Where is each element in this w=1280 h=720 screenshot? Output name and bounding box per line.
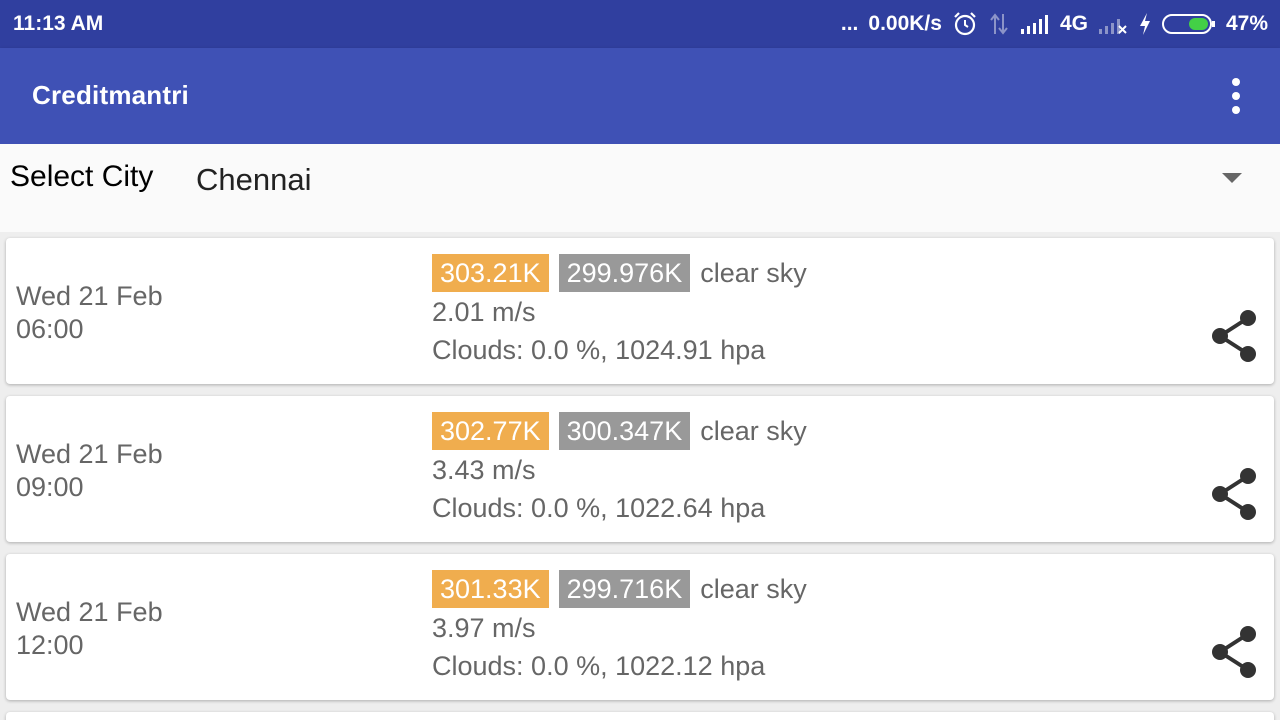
signal-icon bbox=[1020, 13, 1050, 35]
forecast-datetime: Wed 21 Feb 06:00 bbox=[16, 280, 163, 346]
forecast-card-partial bbox=[6, 712, 1274, 720]
wind-speed: 2.01 m/s bbox=[432, 297, 536, 327]
overflow-dot bbox=[1232, 78, 1240, 86]
status-bar: 11:13 AM ... 0.00K/s 4G 47% bbox=[0, 0, 1280, 48]
forecast-date: Wed 21 Feb bbox=[16, 439, 163, 469]
city-dropdown[interactable]: Chennai bbox=[196, 162, 1250, 198]
network-speed: 0.00K/s bbox=[868, 12, 942, 35]
temp-min-badge: 299.716K bbox=[558, 570, 691, 608]
temperature-row: 302.77K 300.347K clear sky bbox=[432, 412, 807, 450]
status-time: 11:13 AM bbox=[13, 12, 104, 35]
data-arrows-icon bbox=[988, 12, 1010, 36]
weather-description: clear sky bbox=[700, 257, 807, 288]
forecast-details: 302.77K 300.347K clear sky 3.43 m/s Clou… bbox=[432, 412, 807, 525]
temp-max-badge: 301.33K bbox=[432, 570, 549, 608]
temp-min-badge: 300.347K bbox=[558, 412, 691, 450]
clouds-pressure: Clouds: 0.0 %, 1022.12 hpa bbox=[432, 651, 766, 681]
wind-speed: 3.43 m/s bbox=[432, 455, 536, 485]
dropdown-arrow-icon bbox=[1222, 173, 1242, 183]
temp-max-badge: 302.77K bbox=[432, 412, 549, 450]
temp-max-badge: 303.21K bbox=[432, 254, 549, 292]
wind-speed: 3.97 m/s bbox=[432, 613, 536, 643]
forecast-details: 303.21K 299.976K clear sky 2.01 m/s Clou… bbox=[432, 254, 807, 367]
alarm-icon bbox=[952, 11, 978, 37]
share-icon[interactable] bbox=[1208, 466, 1260, 522]
forecast-time: 06:00 bbox=[16, 314, 84, 344]
more-notifications-icon: ... bbox=[840, 12, 859, 35]
clouds-pressure: Clouds: 0.0 %, 1024.91 hpa bbox=[432, 335, 766, 365]
forecast-date: Wed 21 Feb bbox=[16, 597, 163, 627]
charging-icon bbox=[1138, 12, 1152, 36]
forecast-datetime: Wed 21 Feb 12:00 bbox=[16, 596, 163, 662]
status-icons: ... 0.00K/s 4G 47% bbox=[841, 10, 1268, 38]
overflow-dot bbox=[1232, 92, 1240, 100]
battery-icon bbox=[1161, 12, 1216, 36]
temperature-row: 301.33K 299.716K clear sky bbox=[432, 570, 807, 608]
temperature-row: 303.21K 299.976K clear sky bbox=[432, 254, 807, 292]
city-selected-value: Chennai bbox=[196, 162, 312, 197]
app-bar: Creditmantri bbox=[0, 48, 1280, 144]
clouds-pressure: Clouds: 0.0 %, 1022.64 hpa bbox=[432, 493, 766, 523]
more-vert-icon[interactable] bbox=[1220, 78, 1252, 114]
weather-description: clear sky bbox=[700, 573, 807, 604]
share-icon[interactable] bbox=[1208, 624, 1260, 680]
signal-off-icon bbox=[1098, 13, 1128, 35]
city-label: Select City bbox=[10, 160, 154, 193]
forecast-datetime: Wed 21 Feb 09:00 bbox=[16, 438, 163, 504]
forecast-time: 09:00 bbox=[16, 472, 84, 502]
forecast-details: 301.33K 299.716K clear sky 3.97 m/s Clou… bbox=[432, 570, 807, 683]
forecast-date: Wed 21 Feb bbox=[16, 281, 163, 311]
overflow-dot bbox=[1232, 106, 1240, 114]
share-icon[interactable] bbox=[1208, 308, 1260, 364]
weather-description: clear sky bbox=[700, 415, 807, 446]
app-title: Creditmantri bbox=[32, 80, 189, 110]
temp-min-badge: 299.976K bbox=[558, 254, 691, 292]
forecast-card: Wed 21 Feb 09:00 302.77K 300.347K clear … bbox=[6, 396, 1274, 542]
network-type: 4G bbox=[1059, 12, 1088, 35]
battery-percent: 47% bbox=[1225, 12, 1268, 35]
forecast-time: 12:00 bbox=[16, 630, 84, 660]
forecast-card: Wed 21 Feb 12:00 301.33K 299.716K clear … bbox=[6, 554, 1274, 700]
forecast-card: Wed 21 Feb 06:00 303.21K 299.976K clear … bbox=[6, 238, 1274, 384]
